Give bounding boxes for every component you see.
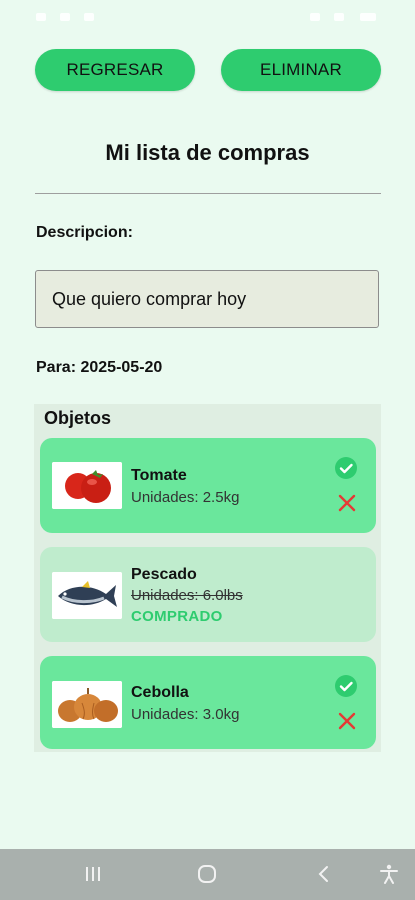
notification-icon xyxy=(36,13,46,21)
onion-image xyxy=(52,681,122,728)
battery-icon xyxy=(360,13,376,21)
home-icon[interactable] xyxy=(196,863,218,890)
list-item-cebolla[interactable]: Cebolla Unidades: 3.0kg xyxy=(40,656,376,749)
signal-icon xyxy=(334,13,344,21)
close-icon[interactable] xyxy=(338,712,356,730)
fish-image xyxy=(52,572,122,619)
item-name: Pescado xyxy=(131,566,197,583)
item-name: Cebolla xyxy=(131,684,189,701)
description-label: Descripcion: xyxy=(36,224,133,241)
status-bar xyxy=(0,0,415,34)
objects-label: Objetos xyxy=(44,408,112,428)
back-icon[interactable] xyxy=(313,863,335,890)
list-item-pescado[interactable]: Pescado Unidades: 6.0lbs COMPRADO xyxy=(40,547,376,642)
item-units: Unidades: 2.5kg xyxy=(131,489,240,506)
objects-panel: Objetos Tomate Unidades: 2.5kg Pescado U… xyxy=(34,404,381,752)
check-circle-icon[interactable] xyxy=(335,457,357,479)
navigation-bar xyxy=(0,849,415,900)
recent-apps-icon[interactable] xyxy=(82,863,104,890)
item-name: Tomate xyxy=(131,467,187,484)
delete-button[interactable]: ELIMINAR xyxy=(221,49,381,91)
check-circle-icon[interactable] xyxy=(335,675,357,697)
item-units: Unidades: 6.0lbs xyxy=(131,587,243,604)
back-button[interactable]: REGRESAR xyxy=(35,49,195,91)
list-item-tomate[interactable]: Tomate Unidades: 2.5kg xyxy=(40,438,376,533)
tomato-image xyxy=(52,462,122,509)
divider xyxy=(35,193,381,194)
item-units: Unidades: 3.0kg xyxy=(131,706,240,723)
bought-status: COMPRADO xyxy=(131,608,223,625)
notification-icon xyxy=(60,13,70,21)
accessibility-icon[interactable] xyxy=(378,863,400,890)
description-input[interactable] xyxy=(35,270,379,328)
wifi-icon xyxy=(310,13,320,21)
date-label: Para: 2025-05-20 xyxy=(36,359,163,376)
page-title: Mi lista de compras xyxy=(105,140,310,165)
notification-icon xyxy=(84,13,94,21)
close-icon[interactable] xyxy=(338,494,356,512)
